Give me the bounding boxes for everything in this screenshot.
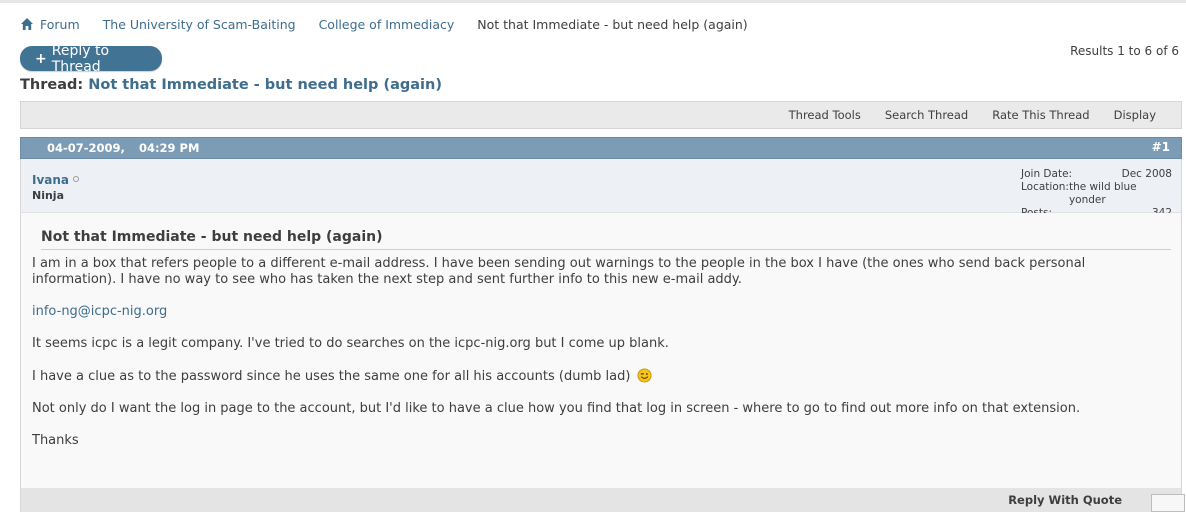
author-rank: Ninja (32, 189, 65, 202)
thread-tools-menu[interactable]: Thread Tools (789, 108, 861, 122)
post-user-info: Ivana Ninja Join Date: Dec 2008 Location… (20, 159, 1182, 219)
wink-smiley-icon (637, 368, 652, 383)
reply-with-quote-button[interactable]: Reply With Quote (1008, 493, 1122, 507)
home-icon[interactable] (20, 17, 34, 31)
thread-toolbar: Thread Tools Search Thread Rate This Thr… (20, 101, 1182, 129)
thread-title-prefix: Thread: (20, 77, 84, 93)
post-title: Not that Immediate - but need help (agai… (41, 229, 1171, 250)
message-paragraph: Thanks (32, 433, 79, 448)
stat-value: the wild blue yonder (1068, 181, 1137, 206)
message-paragraph: I am in a box that refers people to a di… (32, 256, 1086, 287)
top-border (0, 0, 1186, 3)
post-body: Not that Immediate - but need help (agai… (20, 213, 1182, 488)
post-time: 04:29 PM (138, 141, 200, 155)
reply-to-thread-button[interactable]: + Reply to Thread (20, 43, 162, 75)
stat-value: Dec 2008 (1121, 168, 1172, 180)
breadcrumb-university[interactable]: The University of Scam-Baiting (103, 17, 296, 32)
message-paragraph: I have a clue as to the password since h… (32, 369, 631, 384)
email-link[interactable]: info-ng@icpc-nig.org (32, 304, 167, 319)
post-number-link[interactable]: #1 (1152, 140, 1170, 154)
plus-icon: + (35, 50, 47, 67)
post-header: 04-07-2009, 04:29 PM #1 (20, 137, 1182, 159)
stat-label: Join Date: (1021, 168, 1073, 180)
results-count: Results 1 to 6 of 6 (1070, 44, 1179, 58)
rate-thread-menu[interactable]: Rate This Thread (992, 108, 1089, 122)
post-message: I am in a box that refers people to a di… (32, 256, 1172, 465)
post-date: 04-07-2009, (47, 141, 125, 155)
author-stat-location: Location: the wild blue yonder (1021, 181, 1172, 207)
thread-title: Thread: Not that Immediate - but need he… (20, 77, 442, 93)
search-thread-menu[interactable]: Search Thread (885, 108, 968, 122)
author-name-link[interactable]: Ivana (32, 173, 69, 187)
multi-quote-toggle[interactable] (1151, 494, 1185, 512)
breadcrumb-forum[interactable]: Forum (40, 17, 80, 32)
message-paragraph: Not only do I want the log in page to th… (32, 401, 1081, 416)
stat-label: Location: (1021, 181, 1069, 193)
display-menu[interactable]: Display (1114, 108, 1156, 122)
post-footer: Reply With Quote (20, 488, 1185, 512)
author-stat-join-date: Join Date: Dec 2008 (1021, 168, 1172, 181)
breadcrumb: Forum The University of Scam-Baiting Col… (20, 15, 748, 33)
post-author: Ivana (32, 173, 80, 187)
reply-button-label: Reply to Thread (51, 42, 110, 75)
breadcrumb-college[interactable]: College of Immediacy (319, 17, 455, 32)
message-paragraph: It seems icpc is a legit company. I've t… (32, 336, 669, 351)
offline-status-icon (73, 176, 80, 182)
breadcrumb-current: Not that Immediate - but need help (agai… (477, 16, 748, 32)
thread-title-link[interactable]: Not that Immediate - but need help (agai… (88, 77, 442, 93)
